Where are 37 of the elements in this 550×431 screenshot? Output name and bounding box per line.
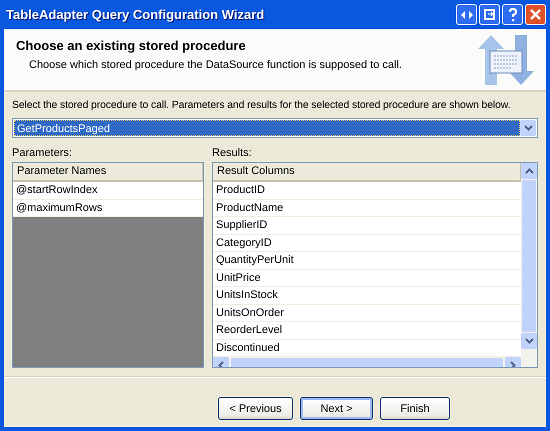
page-heading: Choose an existing stored procedure [16,38,247,53]
wizard-button[interactable]: Finish [380,397,450,420]
column-header[interactable]: Result Columns [213,163,521,182]
chevron-right-icon [510,360,516,367]
context-help-icon[interactable] [456,4,477,25]
list-row[interactable]: Discontinued [213,340,521,357]
list-row[interactable]: ProductID [213,182,521,200]
data-transfer-drawing [476,33,536,87]
section-label: Results: [212,146,253,160]
list-row[interactable]: UnitsOnOrder [213,304,521,322]
chevron-left-icon [218,360,224,367]
list-row[interactable]: @maximumRows [13,200,203,217]
scroll-down-button[interactable] [521,333,537,349]
list-row[interactable]: UnitPrice [213,270,521,287]
restore-icon[interactable] [479,4,500,25]
scroll-thumb[interactable] [522,180,536,332]
list-row[interactable]: @startRowIndex [13,182,203,200]
section-label: Parameters: [12,146,73,160]
list-row[interactable]: ReorderLevel [213,322,521,340]
close-icon[interactable] [525,4,546,25]
wizard-button[interactable]: Next > [300,397,373,420]
page-description: Choose which stored procedure the DataSource function is supposed to call. [28,59,403,71]
caret-icon [524,125,532,131]
list-row[interactable]: ProductName [213,200,521,217]
window-title: TableAdapter Query Configuration Wizard [5,7,266,22]
scroll-up-button[interactable] [521,163,537,179]
instruction-text: Select the stored procedure to call. Parameters and results for the selected stored procedure are shown below. [12,100,512,113]
list-row[interactable]: SupplierID [213,217,521,234]
wizard-button[interactable]: < Previous [218,397,293,420]
list-row[interactable]: CategoryID [213,234,521,252]
procedure-dropdown[interactable]: GetProductsPaged [12,118,538,138]
chevron-down-icon [524,338,534,344]
help-icon[interactable] [502,4,523,25]
chevron-up-icon [524,168,534,174]
column-header[interactable]: Parameter Names [13,163,203,182]
list-row[interactable]: UnitsInStock [213,287,521,304]
list-row[interactable]: QuantityPerUnit [213,252,521,270]
